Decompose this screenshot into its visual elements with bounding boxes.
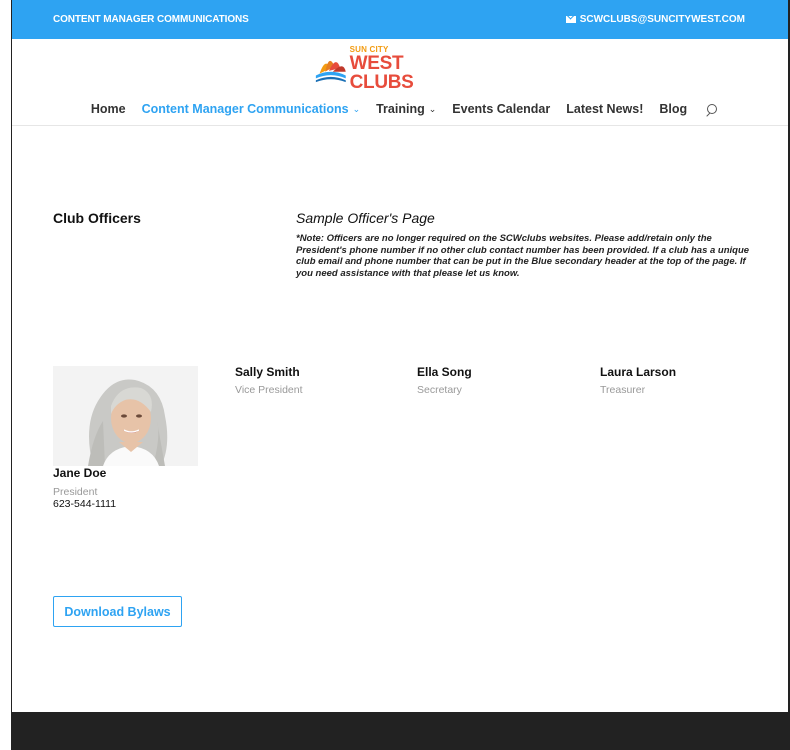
secondary-header: CONTENT MANAGER COMMUNICATIONS SCWCLUBS@… [12, 0, 788, 39]
nav-latest-news[interactable]: Latest News! [566, 102, 643, 116]
nav-home[interactable]: Home [91, 102, 126, 116]
officer-phone-president: 623-544-1111 [53, 498, 117, 510]
nav-training-label[interactable]: Training [376, 102, 425, 116]
sample-title: Sample Officer's Page [296, 210, 435, 226]
mail-icon [565, 16, 576, 23]
nav-events-calendar-label[interactable]: Events Calendar [452, 102, 550, 116]
chevron-down-icon: ⌄ [428, 103, 437, 114]
officer-role-president: President [53, 486, 98, 498]
site-logo[interactable]: SUN CITY WEST CLUBS [314, 46, 464, 92]
officer-photo [53, 366, 198, 466]
officer-role-vice-president: Vice President [235, 384, 303, 396]
officer-name-treasurer: Laura Larson [600, 365, 677, 379]
download-bylaws-button[interactable]: Download Bylaws [53, 596, 182, 627]
topbar-title[interactable]: CONTENT MANAGER COMMUNICATIONS [53, 14, 249, 25]
main-header: SUN CITY WEST CLUBS Home Content Manager… [12, 39, 788, 126]
page-heading: Club Officers [53, 210, 141, 226]
officers-note: *Note: Officers are no longer required o… [296, 233, 750, 279]
topbar-email[interactable]: SCWCLUBS@SUNCITYWEST.COM [580, 14, 745, 25]
nav-content-manager[interactable]: Content Manager Communications ⌄ [142, 102, 361, 116]
topbar-email-link[interactable]: SCWCLUBS@SUNCITYWEST.COM [565, 14, 745, 25]
nav-blog[interactable]: Blog [659, 102, 687, 116]
nav-content-manager-label[interactable]: Content Manager Communications [142, 102, 349, 116]
window-border-left [0, 0, 12, 750]
officer-role-treasurer: Treasurer [600, 384, 646, 396]
nav-home-label[interactable]: Home [91, 102, 126, 116]
nav-training[interactable]: Training ⌄ [376, 102, 436, 116]
woman-portrait-image [53, 366, 198, 466]
sunburst-logo-icon [315, 60, 346, 83]
chevron-down-icon: ⌄ [352, 103, 361, 114]
nav-latest-news-label[interactable]: Latest News! [566, 102, 643, 116]
primary-nav: Home Content Manager Communications ⌄ Tr… [12, 102, 788, 116]
officer-role-secretary: Secretary [417, 384, 462, 396]
officer-name-president: Jane Doe [53, 466, 107, 480]
search-icon[interactable] [705, 104, 718, 116]
nav-blog-label[interactable]: Blog [659, 102, 687, 116]
officer-name-vice-president: Sally Smith [235, 365, 300, 379]
nav-events-calendar[interactable]: Events Calendar [452, 102, 550, 116]
logo-big-text: WEST CLUBS [349, 53, 414, 93]
site-footer [12, 712, 788, 750]
officer-name-secretary: Ella Song [417, 365, 472, 379]
